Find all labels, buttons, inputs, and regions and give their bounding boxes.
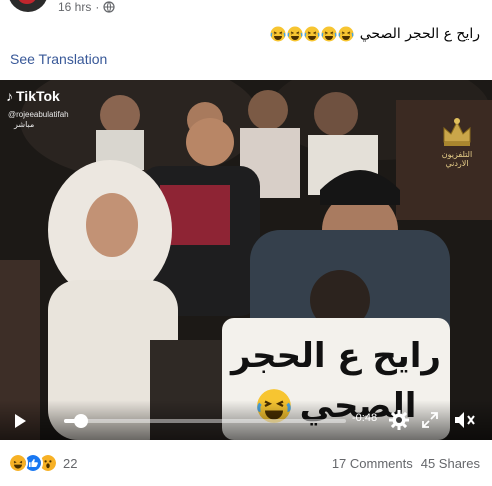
live-label: مباشر [14, 120, 35, 129]
channel-name: التلفزيون الاردني [441, 150, 473, 168]
reaction-summary[interactable]: 22 [8, 453, 77, 473]
engagement-counts: 17 Comments 45 Shares [332, 456, 480, 471]
crown-icon [443, 118, 471, 146]
caption-text: رايح ع الحجر الصحي [359, 26, 480, 42]
expand-icon[interactable] [422, 412, 438, 428]
see-translation-link[interactable]: See Translation [10, 51, 107, 67]
laughing-emoji-icon [287, 26, 303, 42]
laughing-emoji-icon [270, 26, 286, 42]
time-remaining: -0:48 [352, 412, 378, 424]
reaction-count: 22 [63, 455, 78, 471]
post-footer: 22 17 Comments 45 Shares [0, 448, 492, 478]
laughing-emoji-icon [321, 26, 337, 42]
video-player[interactable]: ♪ TikTok @rojeeabulatifah مباشر التلفزيو… [0, 80, 492, 440]
tiktok-watermark: ♪ TikTok [6, 88, 60, 104]
post-meta: 16 hrs · [58, 0, 115, 14]
tiktok-logo-icon: ♪ [6, 88, 13, 104]
progress-track[interactable] [64, 414, 346, 428]
overlay-line-1: رايح ع الحجر [231, 336, 441, 376]
speaker-muted-icon[interactable] [454, 410, 476, 430]
channel-logo: التلفزيون الاردني [432, 116, 482, 168]
shares-link[interactable]: 45 Shares [421, 456, 480, 471]
progress-knob[interactable] [73, 414, 88, 428]
play-icon[interactable] [12, 413, 28, 429]
post-header: 16 hrs · [0, 0, 492, 16]
tiktok-handle: @rojeeabulatifah [8, 110, 69, 119]
meta-dot: · [95, 0, 100, 14]
comments-link[interactable]: 17 Comments [332, 456, 413, 471]
caption-emojis [270, 26, 354, 42]
globe-icon[interactable] [103, 1, 115, 13]
post-time[interactable]: 16 hrs [58, 0, 91, 14]
haha-reaction-icon [8, 453, 28, 473]
video-controls: -0:48 [0, 400, 492, 440]
laughing-emoji-icon [338, 26, 354, 42]
tiktok-brand: TikTok [16, 88, 60, 104]
laughing-emoji-icon [304, 26, 320, 42]
gear-icon[interactable] [388, 409, 410, 431]
page-avatar[interactable] [8, 0, 48, 12]
post-caption: رايح ع الحجر الصحي [270, 26, 480, 42]
